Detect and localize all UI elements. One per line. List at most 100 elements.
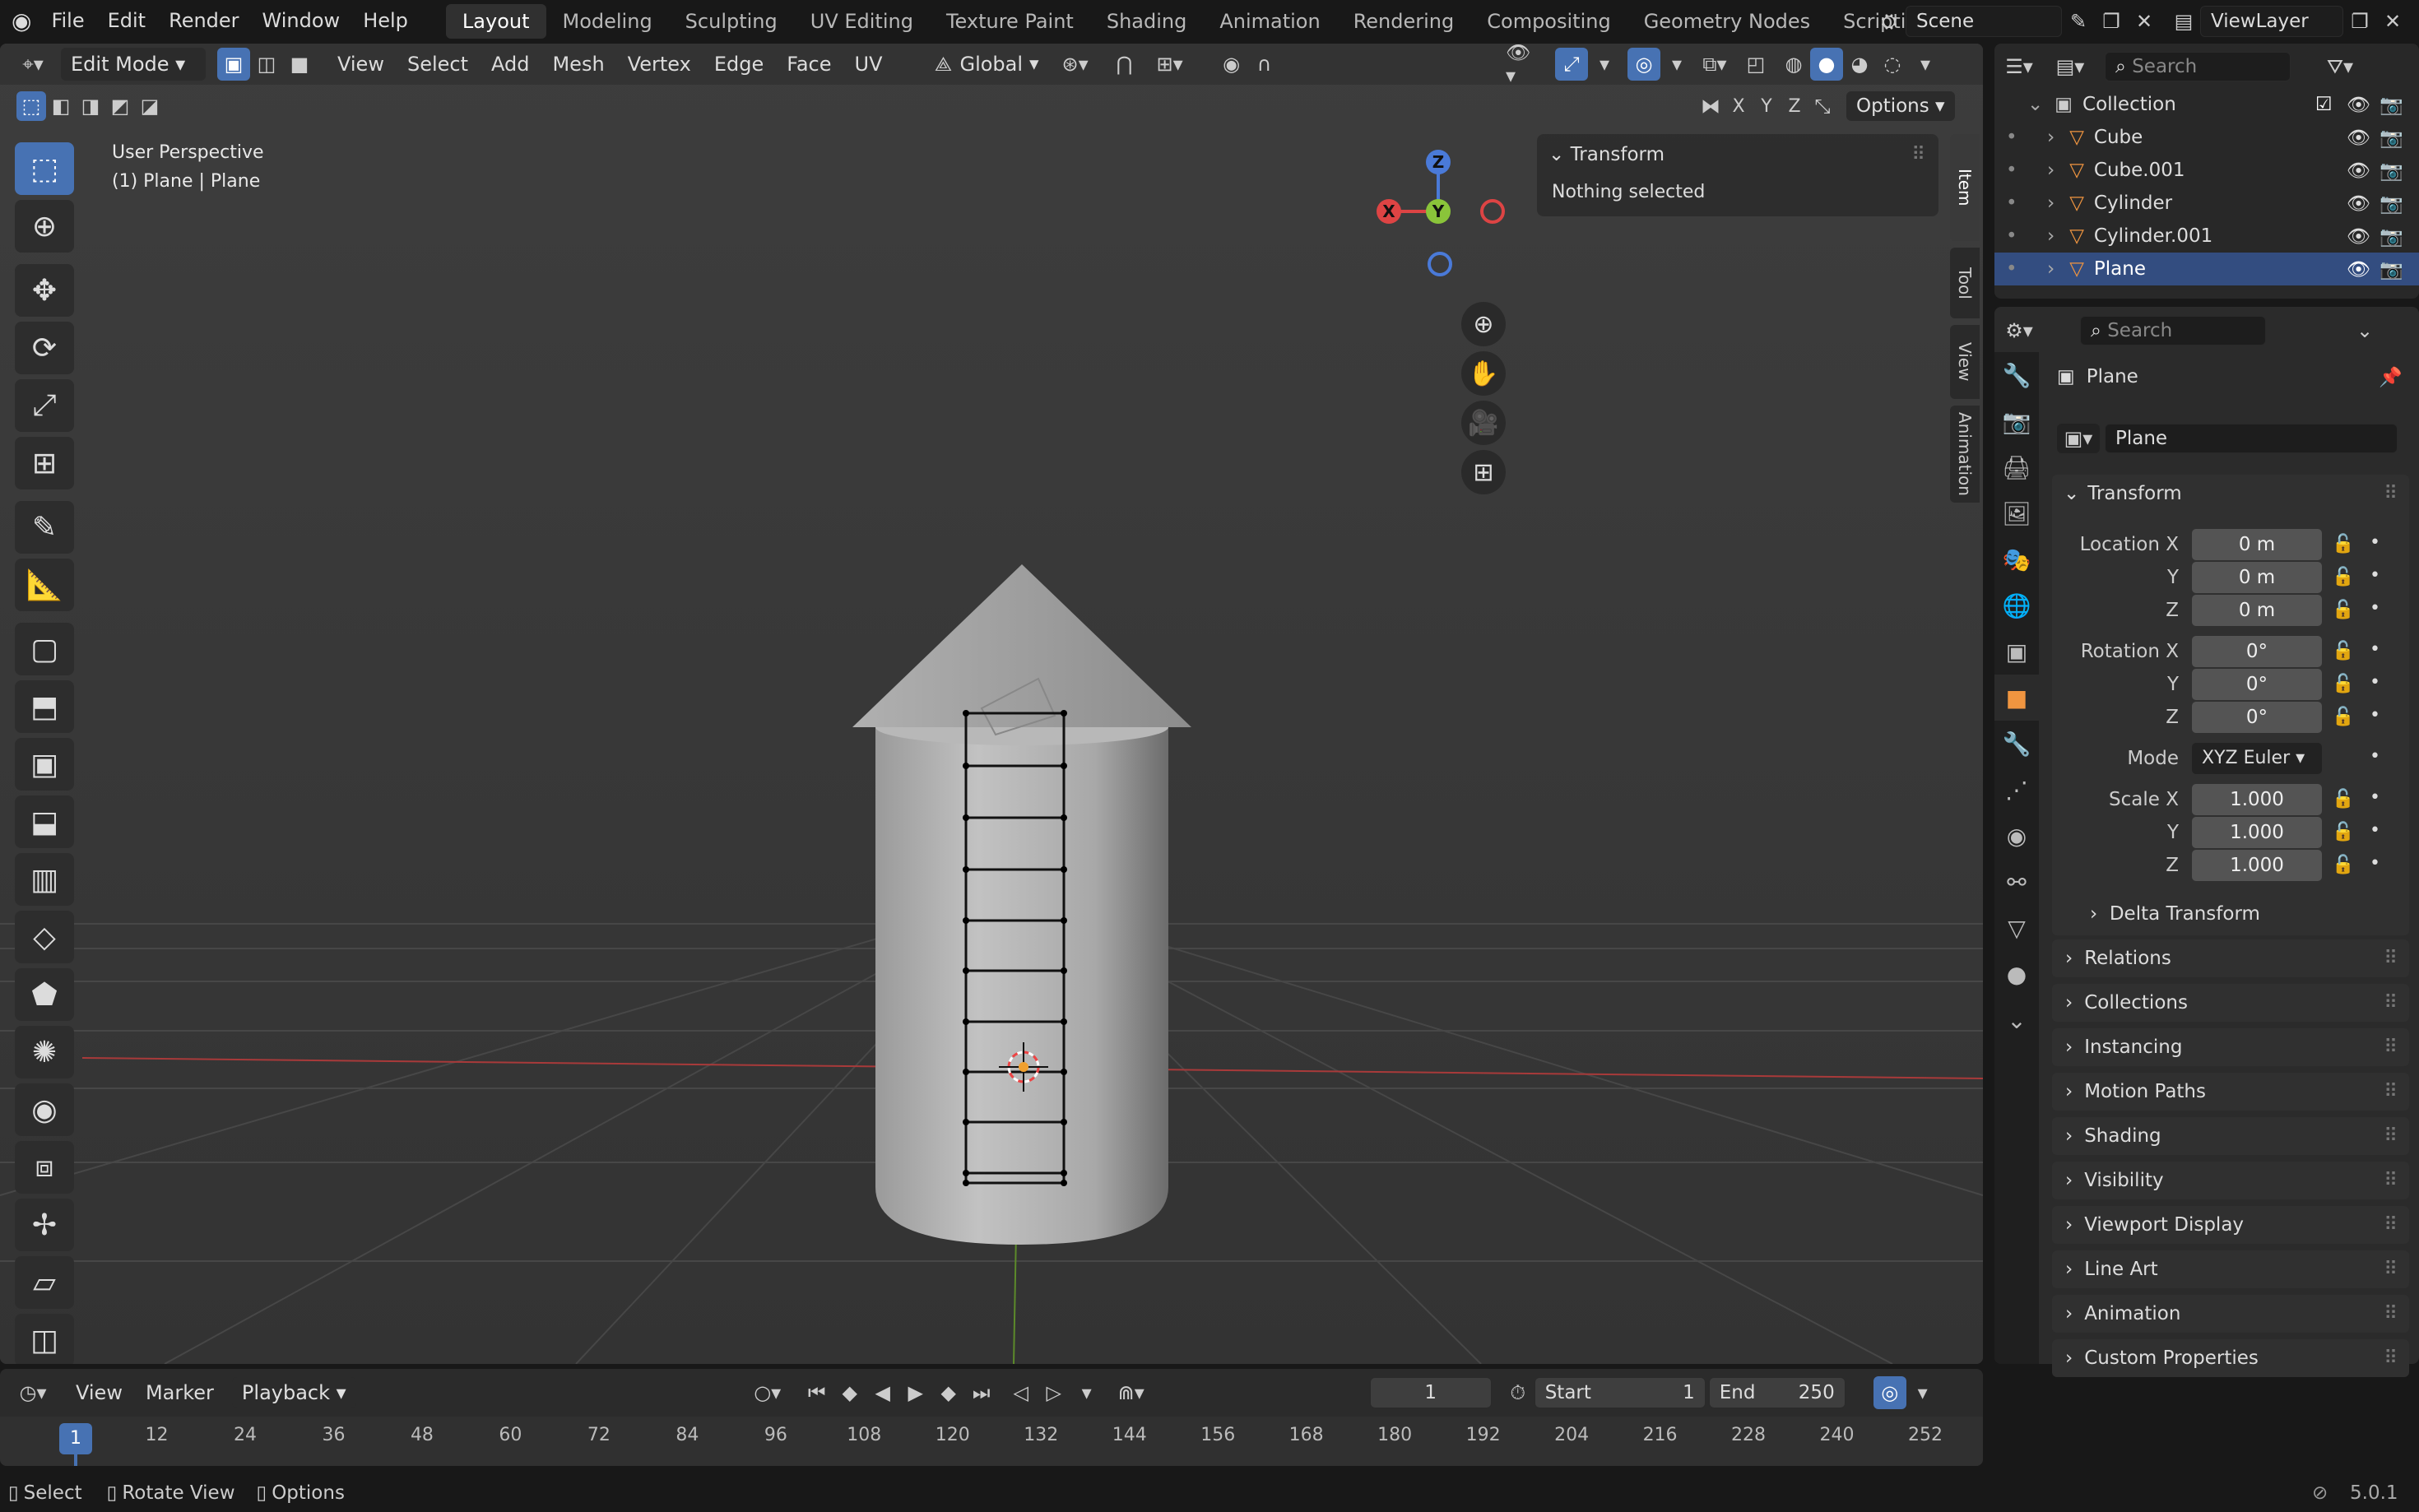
options-dropdown[interactable]: Options ▾ [1846,91,1955,121]
material-shading-icon[interactable]: ◕ [1843,48,1876,81]
menu-vertex[interactable]: Vertex [616,46,703,82]
chevron-right-icon[interactable]: › [2047,192,2055,214]
mesh-vertex[interactable] [1061,763,1067,769]
eye-icon[interactable]: 👁 [2347,225,2370,248]
silo-cylinder[interactable] [875,709,1168,1245]
edge-select-icon[interactable]: ◫ [250,48,283,81]
chevron-down-icon[interactable]: ▾ [1906,1376,1939,1409]
outliner-item-plane[interactable]: • › ▽ Plane 👁 📷 [1994,253,2419,285]
outliner-item-cube[interactable]: • › ▽ Cube 👁 📷 [1994,121,2419,154]
tool-tab-icon[interactable]: 🔧 [1994,352,2039,398]
add-cube-tool-icon[interactable]: ▢ [15,623,74,675]
mesh-vertex[interactable] [963,1119,969,1125]
menu-edit[interactable]: Edit [96,0,157,42]
auto-key-icon[interactable]: ⋒▾ [1115,1376,1148,1409]
playback-options-icon[interactable]: ▾ [1070,1376,1103,1409]
mesh-vertex[interactable] [963,1018,969,1025]
panel-visibility[interactable]: › Visibility ⠿ [2052,1162,2409,1199]
timeline-overlay-icon[interactable]: ◎ [1873,1376,1906,1409]
select-extend-icon[interactable]: ◧ [46,91,76,121]
frame-ruler[interactable]: 12 24 36 48 60 72 84 96 108 120 132 144 156 168 180 192… [0,1417,1983,1466]
tab-item[interactable]: Item [1950,134,1980,241]
shear-tool-icon[interactable]: ▱ [15,1256,74,1309]
stopwatch-icon[interactable]: ⏱ [1502,1376,1535,1409]
chevron-right-icon[interactable]: › [2047,127,2055,148]
menu-view[interactable]: View [326,46,396,82]
mesh-overlay-icon[interactable]: ⧉▾ [1698,48,1731,81]
tab-sculpting[interactable]: Sculpting [669,4,794,39]
tab-view[interactable]: View [1950,325,1980,399]
timeline-menu-marker[interactable]: Marker [134,1375,225,1411]
close-icon[interactable]: ✕ [2128,5,2161,38]
mirror-x-toggle[interactable]: X [1725,92,1753,120]
filter-icon[interactable]: ⛛▾ [2324,50,2356,83]
snap-target-icon[interactable]: ⊞▾ [1141,48,1199,81]
spin-tool-icon[interactable]: ✺ [15,1026,74,1078]
tab-animation-side[interactable]: Animation [1950,406,1980,503]
camera-icon[interactable]: 📷 [2380,127,2403,149]
mesh-vertex[interactable] [963,814,969,821]
zoom-icon[interactable]: ⊕ [1461,302,1506,346]
scene-name[interactable]: Scene [1906,6,2062,37]
tab-geometry-nodes[interactable]: Geometry Nodes [1627,4,1827,39]
chevron-right-icon[interactable]: › [2047,225,2055,247]
orientation-dropdown[interactable]: ⟁ Global ▾ [926,48,1039,81]
menu-file[interactable]: File [39,0,95,42]
mesh-vertex[interactable] [963,1170,969,1176]
close-icon[interactable]: ✕ [2376,5,2409,38]
select-new-icon[interactable]: ⬚ [16,91,46,121]
annotate-tool-icon[interactable]: ✎ [15,501,74,554]
measure-tool-icon[interactable]: 📐 [15,559,74,611]
collection-tab-icon[interactable]: ▣ [1994,628,2039,675]
mesh-vertex[interactable] [963,967,969,974]
mirror-z-toggle[interactable]: Z [1781,92,1808,120]
new-scene-icon[interactable]: ❐ [2095,5,2128,38]
vertex-select-icon[interactable]: ▣ [217,48,250,81]
camera-view-icon[interactable]: 🎥 [1461,401,1506,445]
lock-icon[interactable]: 🔓 [2332,641,2354,661]
render-tab-icon[interactable]: 📷 [1994,398,2039,444]
scale-z-field[interactable]: 1.000 [2192,850,2322,881]
menu-add[interactable]: Add [480,46,541,82]
mesh-vertex[interactable] [1061,866,1067,873]
transform-tool-icon[interactable]: ⊞ [15,437,74,489]
play-reverse-icon[interactable]: ◀ [866,1376,899,1409]
overlay-dropdown-icon[interactable]: ▾ [1660,48,1693,81]
eye-icon[interactable]: 👁 [2347,127,2370,149]
keyframe-dot-icon[interactable]: • [2370,598,2380,619]
menu-help[interactable]: Help [351,0,420,42]
rotation-z-field[interactable]: 0° [2192,702,2322,733]
rotation-mode-dropdown[interactable]: XYZ Euler ▾ [2192,743,2322,774]
perspective-toggle-icon[interactable]: ⊞ [1461,450,1506,494]
panel-shading[interactable]: › Shading ⠿ [2052,1117,2409,1155]
menu-mesh[interactable]: Mesh [541,46,615,82]
select-intersect-icon[interactable]: ◪ [135,91,165,121]
menu-render[interactable]: Render [157,0,250,42]
rip-tool-icon[interactable]: ◫ [15,1314,74,1364]
panel-animation[interactable]: › Animation ⠿ [2052,1295,2409,1333]
pin-icon[interactable]: ✎ [2062,5,2095,38]
eye-icon[interactable]: 👁 [2347,258,2370,281]
pivot-icon[interactable]: ⊛▾ [1059,48,1092,81]
keyframe-dot-icon[interactable]: • [2370,853,2380,874]
outliner-search-input[interactable]: ⌕ Search [2105,52,2291,81]
transform-chevron-icon[interactable]: ⌄ [2064,483,2079,504]
physics-tab-icon[interactable]: ◉ [1994,813,2039,859]
prev-keyframe-icon[interactable]: ◆ [833,1376,866,1409]
camera-icon[interactable]: 📷 [2380,94,2403,116]
outliner-editor-icon[interactable]: ☰▾ [2003,50,2036,83]
jump-end-icon[interactable]: ⏭ [965,1376,998,1409]
keyframe-dot-icon[interactable]: • [2370,639,2380,660]
scene-tab-icon[interactable]: 🎭 [1994,536,2039,582]
overlay-toggle-icon[interactable]: ◎ [1627,48,1660,81]
tab-tool[interactable]: Tool [1950,248,1980,318]
mirror-y-toggle[interactable]: Y [1753,92,1781,120]
editor-type-icon[interactable]: ⌖▾ [16,48,49,81]
camera-icon[interactable]: 📷 [2380,225,2403,248]
location-z-field[interactable]: 0 m [2192,595,2322,626]
collection-row[interactable]: ⌄ ▣ Collection ☑ 👁 📷 [1994,88,2419,121]
cursor-tool-icon[interactable]: ⊕ [15,200,74,253]
keyframe-dot-icon[interactable]: • [2370,672,2380,693]
keyframe-record-icon[interactable]: ○▾ [751,1376,784,1409]
view-layer-name[interactable]: ViewLayer [2200,6,2343,37]
